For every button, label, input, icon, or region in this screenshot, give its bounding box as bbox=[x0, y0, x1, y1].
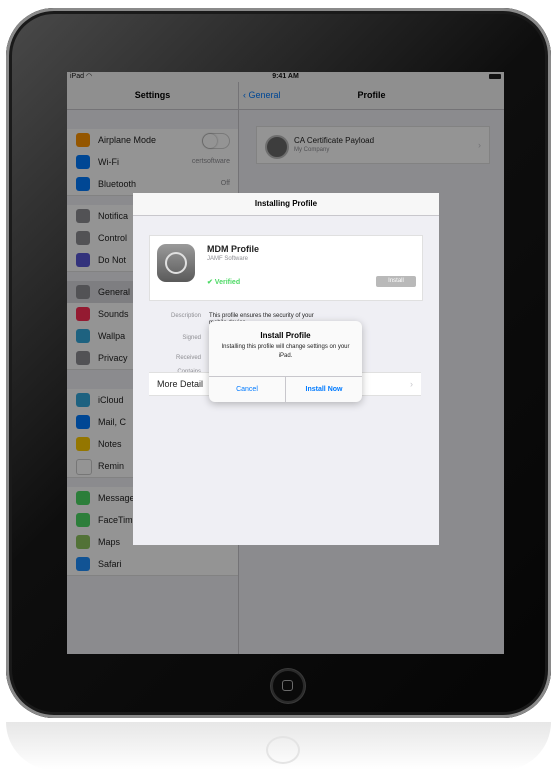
alert-buttons: Cancel Install Now bbox=[209, 376, 362, 403]
install-now-button[interactable]: Install Now bbox=[286, 377, 362, 403]
home-button[interactable] bbox=[271, 669, 305, 703]
alert-message: Installing this profile will change sett… bbox=[221, 344, 350, 359]
detail-label: Description bbox=[170, 313, 201, 319]
verified-badge: ✔ Verified bbox=[207, 279, 241, 286]
settings-gear-icon bbox=[157, 244, 195, 282]
more-details-label: More Detail bbox=[157, 379, 204, 389]
detail-label: Received bbox=[175, 355, 201, 361]
profile-name: MDM Profile bbox=[207, 244, 260, 254]
install-button[interactable]: Install bbox=[376, 276, 416, 287]
detail-label: Signed bbox=[182, 335, 201, 341]
home-button-reflection bbox=[266, 736, 300, 764]
chevron-right-icon: › bbox=[410, 379, 413, 389]
cancel-button[interactable]: Cancel bbox=[209, 377, 286, 403]
profile-summary: MDM Profile JAMF Software ✔ Verified Ins… bbox=[149, 235, 423, 301]
profile-company: JAMF Software bbox=[207, 256, 249, 262]
alert-title: Install Profile bbox=[260, 331, 311, 340]
ipad-screen: iPad ◠ 9:41 AM Settings Airplane Mode Wi-… bbox=[67, 72, 504, 654]
home-square-icon bbox=[282, 680, 293, 691]
sheet-title: Installing Profile bbox=[133, 193, 439, 216]
install-profile-alert: Install Profile Installing this profile … bbox=[209, 321, 362, 403]
